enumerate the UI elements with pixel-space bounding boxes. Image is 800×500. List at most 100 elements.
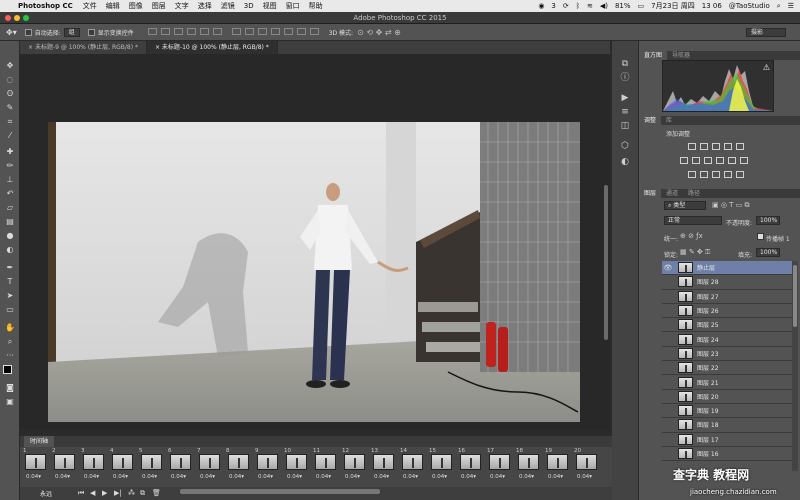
menu-3d[interactable]: 3D [244,2,254,10]
properties-panel-icon[interactable]: ≡ [620,107,630,117]
timeline-frame[interactable]: 13 0.04▾ [370,448,398,486]
duplicate-frame-icon[interactable]: ⧉ [140,489,145,498]
battery-icon[interactable]: ▭ [638,2,645,10]
histogram-warning-icon[interactable]: ⚠ [763,63,770,72]
timeline-frame[interactable]: 11 0.04▾ [312,448,340,486]
color-balance-icon[interactable] [692,157,700,164]
tab-paths[interactable]: 路径 [683,189,705,198]
timeline-frame[interactable]: 16 0.04▾ [457,448,485,486]
dodge-tool-icon[interactable]: ◐ [3,245,17,255]
screen-mode-icon[interactable]: ▣ [3,397,17,407]
frame-delay[interactable]: 0.04▾ [345,474,360,480]
first-frame-icon[interactable]: ⏮ [78,489,84,498]
brush-presets-icon[interactable]: ◫ [620,121,630,131]
actions-panel-icon[interactable]: ▶ [620,93,630,103]
document-image[interactable] [48,122,580,422]
timeline-frame[interactable]: 12 0.04▾ [341,448,369,486]
sync-icon[interactable]: ⟳ [563,2,569,10]
prev-frame-icon[interactable]: ◀ [90,489,95,497]
quick-mask-icon[interactable]: ◙ [3,383,17,393]
timeline-frame[interactable]: 18 0.04▾ [515,448,543,486]
distribute-top-icon[interactable] [231,27,241,35]
timeline-scrollbar[interactable] [180,489,380,494]
frame-delay[interactable]: 0.04▾ [519,474,534,480]
3d-mode-icons[interactable]: ⊙ ⟲ ✥ ⇄ ⊕ [357,28,401,37]
search-icon[interactable]: ⌕ [777,2,781,11]
move-tool-icon[interactable]: ✥ [3,61,17,71]
rectangle-tool-icon[interactable]: ▭ [3,305,17,315]
black-white-icon[interactable] [704,157,712,164]
layer-row[interactable]: 图层 20 [662,390,792,404]
timeline-frame[interactable]: 20 0.04▾ [573,448,601,486]
frame-delay[interactable]: 0.04▾ [26,474,41,480]
layer-row[interactable]: 图层 16 [662,447,792,462]
hand-tool-icon[interactable]: ✋ [3,323,17,333]
timeline-frame[interactable]: 2 0.04▾ [51,448,79,486]
align-vcenter-icon[interactable] [160,27,170,35]
brush-tool-icon[interactable]: ✏ [3,161,17,171]
quick-select-tool-icon[interactable]: ✎ [3,103,17,113]
type-tool-icon[interactable]: T [3,277,17,287]
threshold-icon[interactable] [712,171,720,178]
distribute-right-icon[interactable] [296,27,306,35]
menu-help[interactable]: 帮助 [309,1,323,11]
frame-delay[interactable]: 0.04▾ [142,474,157,480]
tab-channels[interactable]: 通道 [661,189,683,198]
hue-saturation-icon[interactable] [680,157,688,164]
tab-histogram[interactable]: 直方图 [639,51,668,60]
tab-timeline[interactable]: 时间轴 [24,436,55,447]
play-icon[interactable]: ▶ [102,489,107,497]
tab-close-icon[interactable]: × [28,44,35,51]
clone-stamp-tool-icon[interactable]: ⊥ [3,175,17,185]
align-right-icon[interactable] [212,27,222,35]
tab-document-9[interactable]: × 未标题-9 @ 100% (静止层, RGB/8) * [20,41,147,54]
opacity-input[interactable]: 100% [756,216,780,225]
frame-delay[interactable]: 0.04▾ [403,474,418,480]
layer-row[interactable]: 图层 26 [662,304,792,319]
menu-edit[interactable]: 编辑 [106,1,120,11]
menu-view[interactable]: 视图 [263,1,277,11]
3d-panel-icon[interactable]: ⬡ [620,141,630,151]
crop-tool-icon[interactable]: ⌗ [3,117,17,127]
layer-row[interactable]: 图层 18 [662,418,792,433]
menu-select[interactable]: 选择 [198,1,212,11]
distribute-left-icon[interactable] [270,27,280,35]
frame-delay[interactable]: 0.04▾ [113,474,128,480]
frame-delay[interactable]: 0.04▾ [461,474,476,480]
layer-row[interactable]: 图层 19 [662,404,792,419]
timeline-frame[interactable]: 4 0.04▾ [109,448,137,486]
auto-align-icon[interactable] [309,27,319,35]
invert-icon[interactable] [688,171,696,178]
lock-icons[interactable]: ▦ ✎ ✥ ⚿ [680,248,710,257]
timeline-settings-icon[interactable]: ◐ [620,157,630,167]
align-bottom-icon[interactable] [173,27,183,35]
tab-navigator[interactable]: 导航器 [667,51,695,60]
fill-input[interactable]: 100% [756,248,780,257]
gradient-tool-icon[interactable]: ▤ [3,217,17,227]
layer-filter-dropdown[interactable]: ⌕ 类型 [664,201,706,210]
marquee-tool-icon[interactable]: ◌ [3,75,17,85]
frame-delay[interactable]: 0.04▾ [171,474,186,480]
volume-icon[interactable]: ◀) [600,2,608,10]
lasso-tool-icon[interactable]: ʘ [3,89,17,99]
timeline-frame[interactable]: 14 0.04▾ [399,448,427,486]
timeline-frame[interactable]: 8 0.04▾ [225,448,253,486]
distribute-hcenter-icon[interactable] [283,27,293,35]
tab-layers[interactable]: 图层 [639,189,662,198]
visibility-eye-icon[interactable]: 👁 [662,264,674,272]
extra-tools-icon[interactable]: ··· [3,351,17,361]
brightness-contrast-icon[interactable] [688,143,696,150]
distribute-bottom-icon[interactable] [257,27,267,35]
menu-layer[interactable]: 图层 [152,1,166,11]
wechat-icon[interactable]: ◉ [538,2,544,10]
frame-delay[interactable]: 0.04▾ [229,474,244,480]
frame-delay[interactable]: 0.04▾ [548,474,563,480]
app-name-menu[interactable]: Photoshop CC [18,2,73,10]
timeline-frame[interactable]: 19 0.04▾ [544,448,572,486]
frame-delay[interactable]: 0.04▾ [258,474,273,480]
eraser-tool-icon[interactable]: ▱ [3,203,17,213]
curves-icon[interactable] [712,143,720,150]
menu-image[interactable]: 图像 [129,1,143,11]
frame-delay[interactable]: 0.04▾ [374,474,389,480]
clock-time[interactable]: 13 06 [702,2,722,10]
